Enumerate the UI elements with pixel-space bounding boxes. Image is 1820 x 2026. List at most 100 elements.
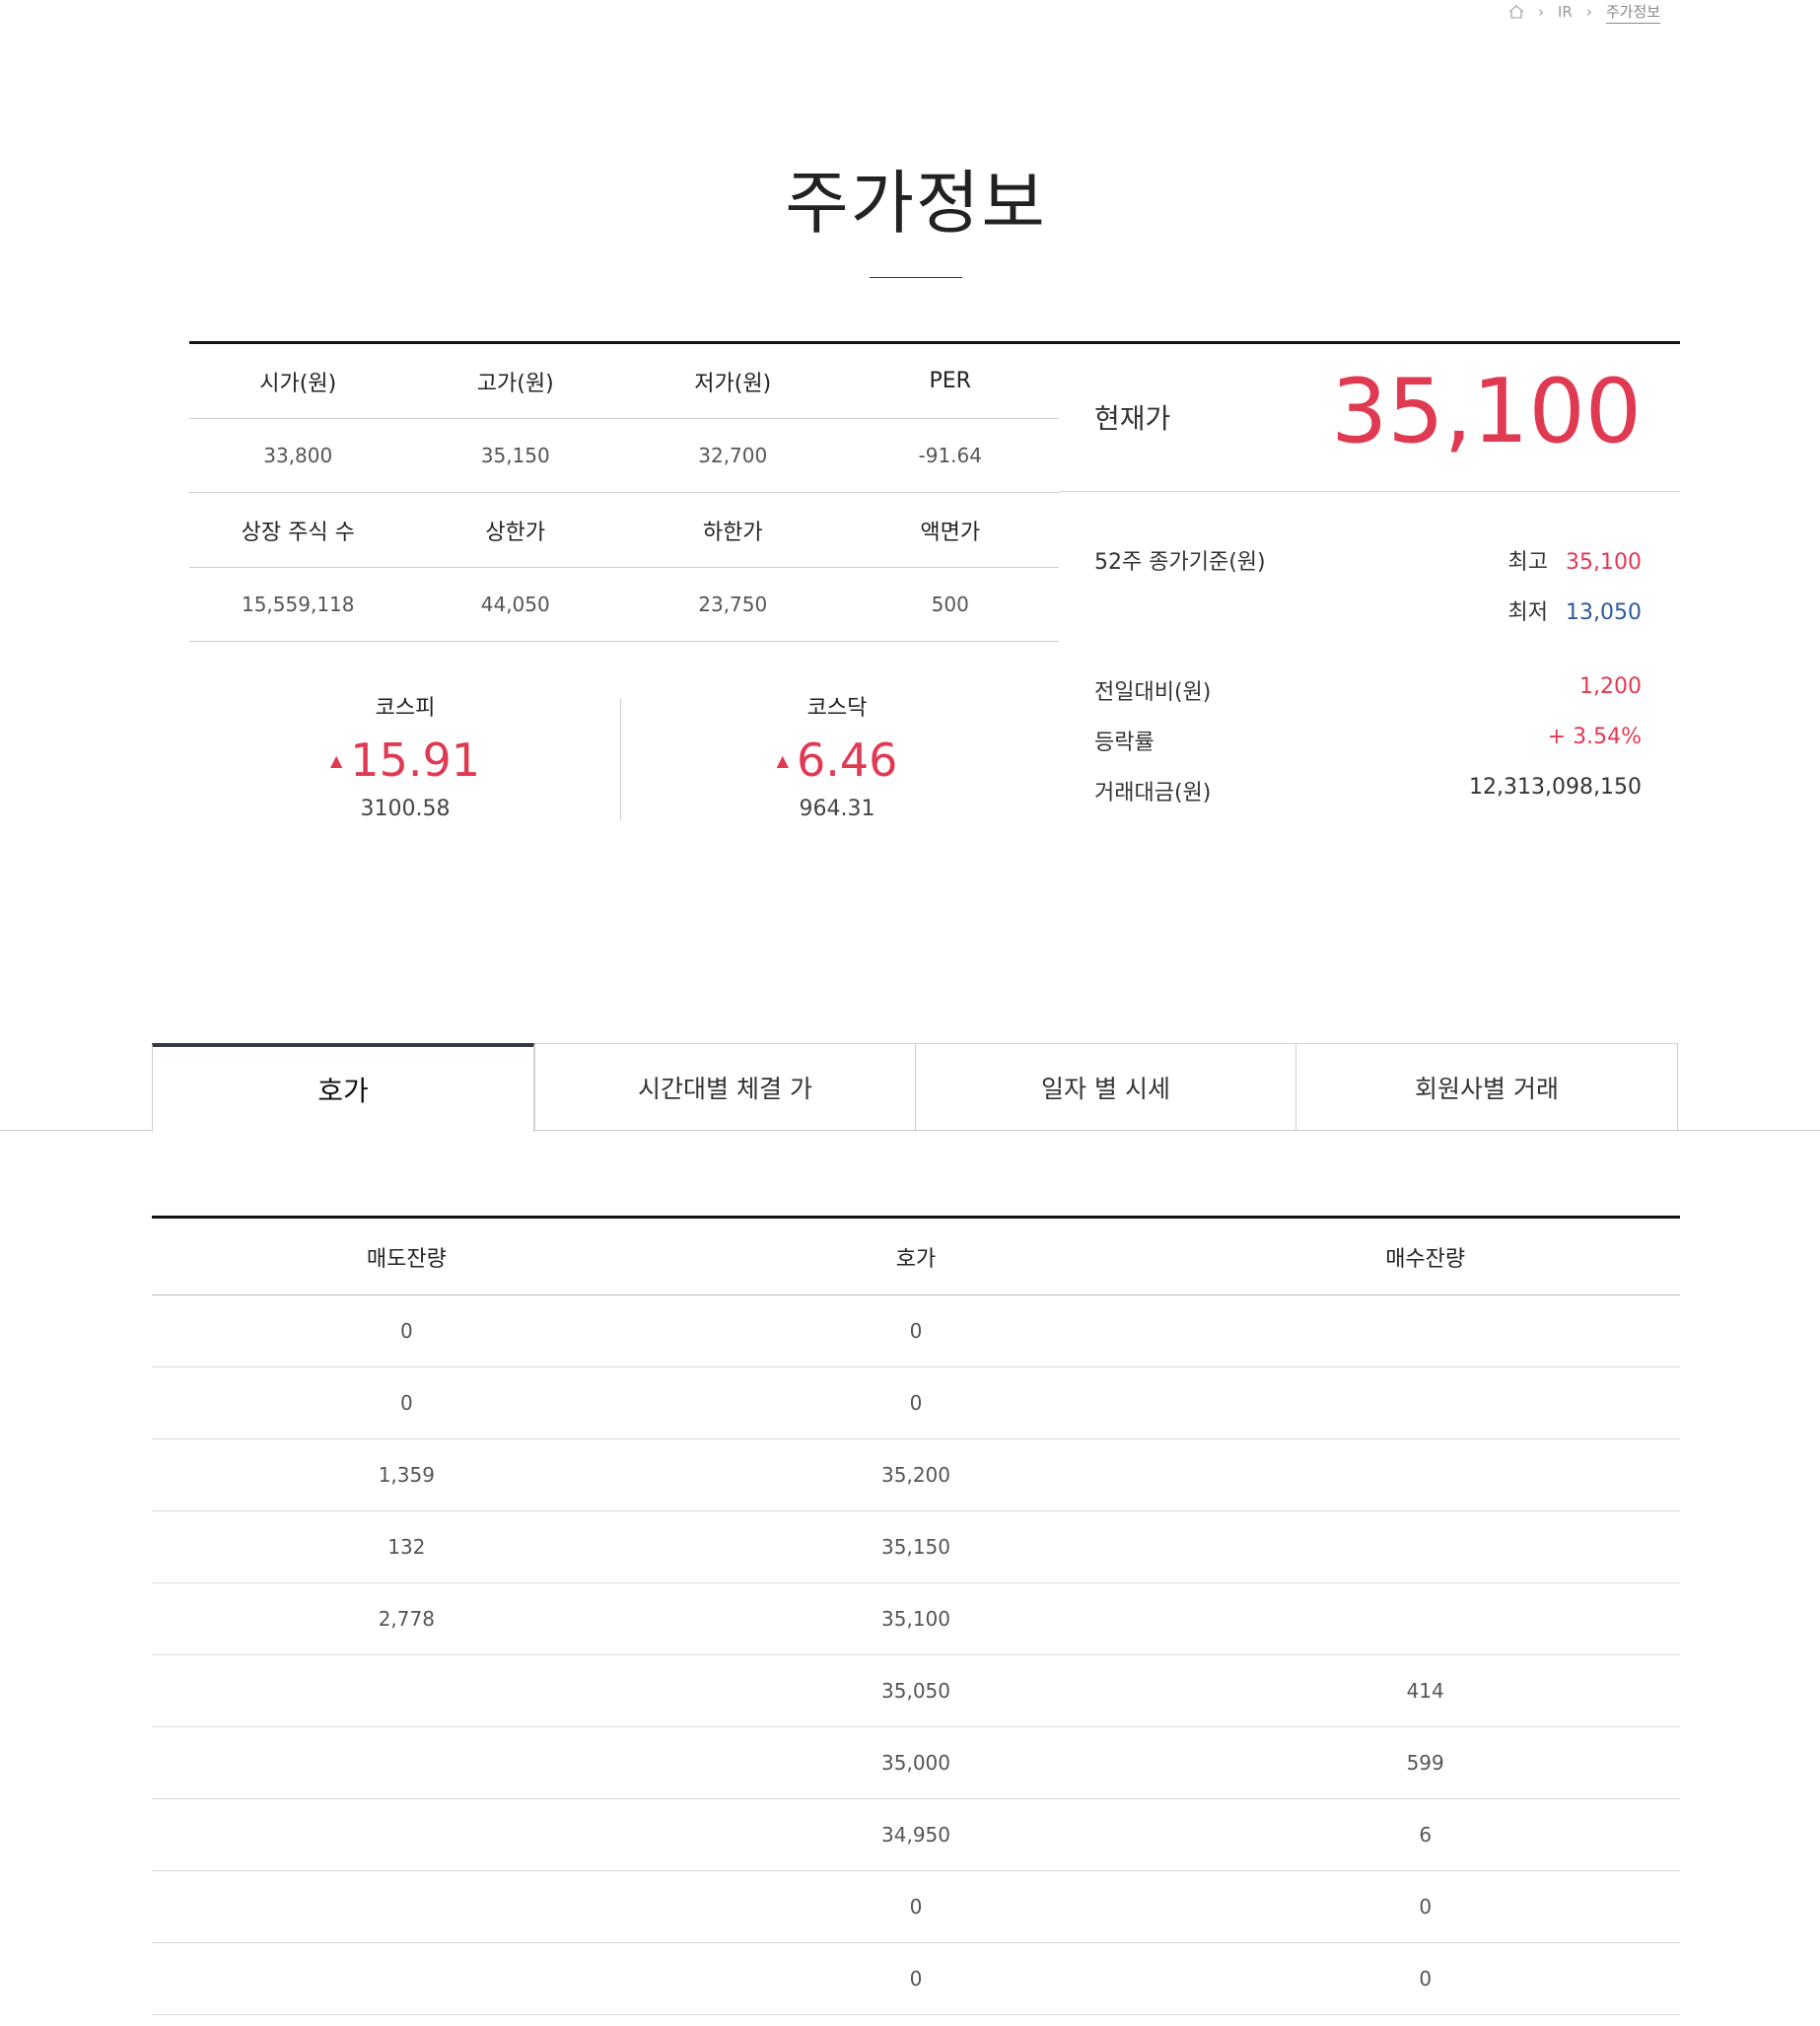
grid-value-row: 33,800 35,150 32,700 -91.64 [189, 419, 1059, 493]
page-title: 주가정보 [785, 163, 1047, 244]
ask-volume-cell [152, 1799, 662, 1870]
breadcrumb-ir-link[interactable]: IR [1558, 3, 1573, 21]
bid-volume-cell: 0 [1419, 1967, 1433, 1991]
table-row: 00 [152, 1943, 1680, 2015]
table-row: 00 [152, 1871, 1680, 1943]
current-price-value: 35,100 [1331, 360, 1642, 463]
up-arrow-icon: ▲ [776, 750, 789, 770]
kosdaq-change: ▲ 6.46 [621, 734, 1053, 787]
ask-volume-cell: 132 [387, 1535, 426, 1559]
breadcrumb-current[interactable]: 주가정보 [1605, 1, 1661, 24]
low-price-header: 저가(원) [694, 371, 772, 396]
per-header: PER [929, 369, 971, 393]
bid-volume-cell [1170, 1439, 1680, 1510]
table-header-row: 매도잔량 호가 매수잔량 [152, 1219, 1680, 1295]
table-row: 2,778 35,100 [152, 1583, 1680, 1655]
table-row: 35,000 599 [152, 1727, 1680, 1799]
tab-quote[interactable]: 호가 [152, 1043, 534, 1132]
table-row: 35,050 414 [152, 1655, 1680, 1727]
table-row: 34,950 6 [152, 1799, 1680, 1871]
week52-high-label: 최고 [1507, 550, 1549, 575]
week52-label: 52주 종가기준(원) [1094, 550, 1266, 575]
kosdaq-name: 코스닥 [806, 696, 868, 721]
par-value-value: 500 [931, 593, 969, 616]
ask-volume-cell: 0 [399, 1319, 413, 1343]
kosdaq-level: 964.31 [799, 797, 875, 821]
bid-volume-header: 매수잔량 [1385, 1246, 1466, 1272]
bid-volume-cell: 599 [1406, 1751, 1444, 1775]
high-price-header: 고가(원) [476, 371, 554, 396]
ask-volume-cell [152, 1655, 662, 1726]
price-cell: 35,100 [881, 1607, 950, 1631]
rate-label: 등락률 [1094, 731, 1155, 755]
order-book-table: 매도잔량 호가 매수잔량 0 0 0 0 1,359 35,200 132 35,150 2,7… [152, 1219, 1680, 2015]
week52-low: 최저 13,050 [1247, 594, 1642, 626]
open-price-header: 시가(원) [259, 371, 337, 396]
per-value: -91.64 [918, 444, 982, 467]
week52-high: 최고 35,100 [1247, 544, 1642, 576]
price-cell: 0 [909, 1391, 923, 1415]
upper-limit-header: 상한가 [485, 520, 546, 545]
bid-volume-cell [1170, 1367, 1680, 1438]
grid-value-row: 15,559,118 44,050 23,750 500 [189, 568, 1059, 642]
price-cell: 0 [909, 1319, 923, 1343]
tab-member-trades[interactable]: 회원사별 거래 [1295, 1043, 1678, 1130]
kospi-block: 코스피 ▲ 15.91 3100.58 [189, 690, 621, 821]
bid-volume-cell [1170, 1583, 1680, 1654]
price-header: 호가 [895, 1246, 937, 1272]
bid-volume-cell: 6 [1419, 1823, 1433, 1847]
breadcrumb-separator-icon: › [1585, 3, 1592, 21]
price-cell: 34,950 [881, 1823, 950, 1847]
up-arrow-icon: ▲ [329, 750, 343, 770]
stock-info-grid: 시가(원) 고가(원) 저가(원) PER 33,800 35,150 32,7… [189, 344, 1059, 642]
bid-volume-cell [1170, 1295, 1680, 1366]
week52-low-value: 13,050 [1566, 600, 1642, 625]
high-price-value: 35,150 [480, 444, 550, 467]
table-row: 1,359 35,200 [152, 1439, 1680, 1511]
lower-limit-header: 하한가 [702, 520, 763, 545]
ask-volume-cell [152, 1871, 662, 1942]
breadcrumb: › IR › 주가정보 [1508, 0, 1680, 24]
table-row: 132 35,150 [152, 1511, 1680, 1583]
week52-low-label: 최저 [1507, 600, 1549, 625]
current-price-label: 현재가 [1094, 402, 1171, 435]
kosdaq-block: 코스닥 ▲ 6.46 964.31 [621, 690, 1053, 821]
listed-shares-header: 상장 주식 수 [241, 520, 355, 545]
amount-label: 거래대금(원) [1094, 781, 1212, 805]
kospi-change: ▲ 15.91 [189, 734, 621, 787]
price-cell: 35,000 [881, 1751, 950, 1775]
kosdaq-change-value: 6.46 [796, 734, 898, 787]
tab-time-trades[interactable]: 시간대별 체결 가 [534, 1043, 916, 1130]
rate-value: + 3.54% [1547, 725, 1642, 749]
open-price-value: 33,800 [263, 444, 333, 467]
ask-volume-header: 매도잔량 [366, 1246, 447, 1272]
low-price-value: 32,700 [698, 444, 768, 467]
table-row: 00 [152, 1295, 1680, 1367]
par-value-header: 액면가 [920, 520, 981, 545]
price-cell: 35,050 [881, 1679, 950, 1703]
ask-volume-cell: 2,778 [378, 1607, 435, 1631]
price-cell: 35,150 [881, 1535, 950, 1559]
upper-limit-value: 44,050 [480, 593, 550, 616]
change-value: 1,200 [1579, 674, 1642, 699]
listed-shares-value: 15,559,118 [241, 593, 355, 616]
week52-high-value: 35,100 [1566, 550, 1642, 575]
bid-volume-cell: 0 [1419, 1895, 1433, 1919]
kospi-level: 3100.58 [360, 797, 451, 821]
price-cell: 0 [909, 1895, 923, 1919]
tab-daily-price[interactable]: 일자 별 시세 [915, 1043, 1296, 1130]
home-icon[interactable] [1508, 5, 1524, 19]
bid-volume-cell: 414 [1406, 1679, 1444, 1703]
grid-header-row: 시가(원) 고가(원) 저가(원) PER [189, 344, 1059, 419]
change-label: 전일대비(원) [1094, 680, 1212, 705]
lower-limit-value: 23,750 [698, 593, 768, 616]
current-price-rule [1059, 491, 1680, 492]
kospi-name: 코스피 [375, 696, 436, 721]
grid-header-row: 상장 주식 수 상한가 하한가 액면가 [189, 493, 1059, 568]
table-row: 00 [152, 1367, 1680, 1439]
kospi-change-value: 15.91 [350, 734, 480, 787]
breadcrumb-separator-icon: › [1538, 3, 1544, 21]
ask-volume-cell: 1,359 [378, 1463, 435, 1487]
bid-volume-cell [1170, 1511, 1680, 1582]
ask-volume-cell: 0 [399, 1391, 413, 1415]
